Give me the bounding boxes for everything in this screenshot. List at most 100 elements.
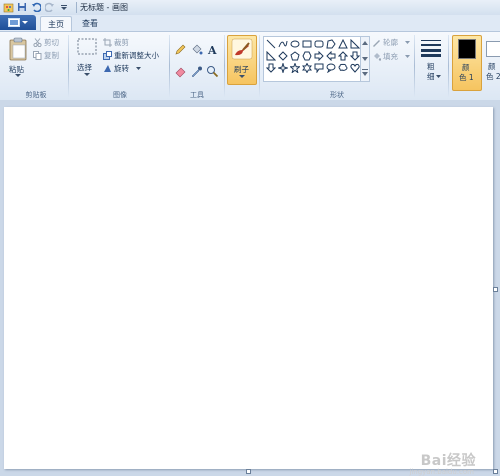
cloud-callout-shape-icon[interactable]	[337, 62, 348, 73]
select-label: 选择	[77, 63, 92, 72]
line-shape-icon[interactable]	[265, 38, 276, 49]
rotate-button[interactable]: 旋转	[103, 63, 143, 74]
brush-icon	[231, 38, 253, 60]
rect-callout-shape-icon[interactable]	[313, 62, 324, 73]
curve-shape-icon[interactable]	[277, 38, 288, 49]
oval-callout-shape-icon[interactable]	[325, 62, 336, 73]
redo-icon[interactable]	[44, 1, 56, 13]
size-button[interactable]: 粗 细	[418, 35, 444, 85]
clipboard-group-label: 剪贴板	[25, 91, 47, 99]
magnifier-tool[interactable]	[206, 65, 219, 78]
paint-menu-icon	[8, 18, 20, 27]
five-point-star-shape-icon[interactable]	[289, 62, 300, 73]
resize-handle-corner[interactable]	[493, 469, 498, 474]
drawing-canvas[interactable]	[4, 107, 493, 469]
tab-view[interactable]: 查看	[76, 16, 104, 31]
crop-label: 裁剪	[114, 38, 129, 47]
watermark-url: jingyan.baidu.com	[409, 468, 474, 476]
fill-tool[interactable]	[190, 43, 203, 56]
chevron-down-icon	[22, 21, 28, 24]
title-separator	[76, 2, 77, 13]
color1-label-line2: 色 1	[459, 73, 474, 82]
diamond-shape-icon[interactable]	[277, 50, 288, 61]
rotate-label: 旋转	[114, 64, 129, 73]
title-bar: 无标题 - 画图	[0, 0, 500, 15]
color2-button[interactable]: 颜 色 2	[483, 35, 500, 89]
tools-group-label: 工具	[190, 91, 204, 99]
ribbon: 粘贴 剪切 复制 剪贴板 选择 裁剪 重新调整大小 旋转 图像 A 工具 刷子 …	[0, 31, 500, 101]
down-arrow-shape-icon[interactable]	[265, 62, 276, 73]
rotate-icon	[104, 65, 111, 72]
pentagon-shape-icon[interactable]	[289, 50, 300, 61]
color1-button[interactable]: 颜 色 1	[452, 35, 482, 91]
fill-icon	[374, 53, 381, 61]
triangle-shape-icon[interactable]	[337, 38, 348, 49]
resize-handle-right[interactable]	[493, 287, 498, 292]
chevron-down-icon	[84, 73, 90, 76]
chevron-down-icon	[136, 67, 141, 70]
image-group-label: 图像	[113, 91, 127, 99]
customize-toolbar-icon[interactable]	[58, 1, 70, 13]
paint-bucket-icon	[192, 44, 203, 55]
up-arrow-shape-icon[interactable]	[337, 50, 348, 61]
right-arrow-shape-icon[interactable]	[313, 50, 324, 61]
rounded-rectangle-shape-icon[interactable]	[313, 38, 324, 49]
six-point-star-shape-icon[interactable]	[301, 62, 312, 73]
group-separator	[414, 35, 415, 97]
resize-button[interactable]: 重新调整大小	[103, 50, 167, 61]
svg-text:A: A	[207, 44, 217, 56]
four-point-star-shape-icon[interactable]	[277, 62, 288, 73]
crop-icon	[103, 38, 112, 47]
chevron-down-icon	[239, 75, 245, 78]
paint-app-icon[interactable]	[2, 1, 14, 13]
shapes-gallery	[263, 36, 362, 82]
right-triangle-shape-icon[interactable]	[265, 50, 276, 61]
chevron-down-icon	[405, 55, 410, 58]
group-separator	[169, 35, 170, 97]
paste-button[interactable]: 粘贴	[5, 36, 31, 80]
quick-access-toolbar	[2, 1, 70, 13]
outline-icon	[373, 40, 380, 47]
color1-swatch	[458, 39, 476, 59]
paint-menu-button[interactable]	[0, 15, 36, 30]
text-icon: A	[207, 44, 217, 57]
pencil-tool[interactable]	[174, 43, 187, 56]
brushes-label: 刷子	[234, 65, 249, 74]
heart-shape-icon[interactable]	[349, 62, 360, 73]
clipboard-icon	[9, 37, 27, 61]
select-button[interactable]: 选择	[74, 36, 100, 84]
left-arrow-shape-icon[interactable]	[325, 50, 336, 61]
down-arrow-shape-icon[interactable]	[349, 50, 360, 61]
fill-label: 填充	[383, 52, 398, 61]
tab-home[interactable]: 主页	[40, 16, 72, 32]
outline-label: 轮廓	[383, 38, 398, 47]
shapes-scroll[interactable]	[360, 36, 370, 82]
fill-button[interactable]: 填充	[372, 51, 412, 62]
cut-label: 剪切	[44, 38, 59, 47]
cut-button[interactable]: 剪切	[33, 37, 65, 48]
line-size-icon	[421, 40, 441, 57]
eraser-tool[interactable]	[174, 65, 187, 78]
text-tool[interactable]: A	[206, 43, 219, 57]
color-picker-tool[interactable]	[190, 65, 203, 78]
resize-icon	[103, 51, 112, 60]
undo-icon[interactable]	[30, 1, 42, 13]
outline-button[interactable]: 轮廓	[372, 37, 412, 48]
save-icon[interactable]	[16, 1, 28, 13]
right-triangle-shape-icon[interactable]	[349, 38, 360, 49]
group-separator	[224, 35, 225, 97]
copy-button[interactable]: 复制	[33, 50, 65, 61]
oval-shape-icon[interactable]	[289, 38, 300, 49]
chevron-down-icon	[15, 74, 21, 77]
brushes-button[interactable]: 刷子	[227, 35, 257, 85]
resize-handle-bottom[interactable]	[246, 469, 251, 474]
hexagon-shape-icon[interactable]	[301, 50, 312, 61]
magnifier-icon	[207, 66, 219, 78]
color2-swatch	[486, 41, 500, 57]
rectangle-shape-icon[interactable]	[301, 38, 312, 49]
polygon-shape-icon[interactable]	[325, 38, 336, 49]
copy-label: 复制	[44, 51, 59, 60]
crop-button[interactable]: 裁剪	[103, 37, 139, 48]
scissors-icon	[33, 38, 42, 47]
watermark: Bai经验	[420, 453, 476, 469]
